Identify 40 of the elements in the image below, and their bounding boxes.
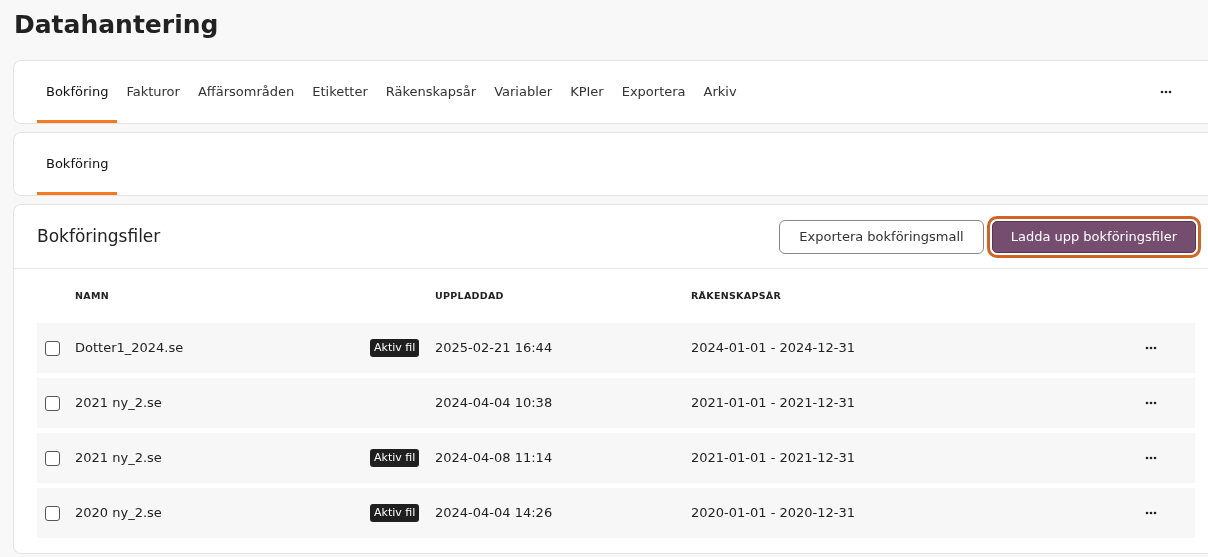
panel-title: Bokföringsfiler	[37, 224, 161, 248]
file-name: 2020 ny_2.se	[75, 504, 163, 523]
more-button[interactable]	[1160, 90, 1172, 94]
more-button[interactable]	[1145, 456, 1157, 460]
file-name: 2021 ny_2.se	[75, 394, 163, 413]
tab[interactable]: Räkenskapsår	[376, 61, 486, 123]
fiscal-year: 2021-01-01 - 2021-12-31	[691, 394, 857, 413]
fiscal-year: 2024-01-01 - 2024-12-31	[691, 339, 857, 358]
row-checkbox[interactable]	[45, 340, 60, 356]
tab[interactable]: KPIer	[561, 61, 613, 123]
file-name: 2021 ny_2.se	[75, 449, 163, 468]
upload-date: 2024-04-04 14:26	[435, 504, 554, 523]
tab[interactable]: Arkiv	[694, 61, 746, 123]
row-checkbox[interactable]	[45, 395, 60, 411]
tab[interactable]: Bokföring	[37, 133, 118, 195]
tab[interactable]: Variabler	[485, 61, 562, 123]
status-badge: Aktiv fil	[370, 503, 420, 523]
upload-date: 2024-04-08 11:14	[435, 449, 554, 468]
file-name: Dotter1_2024.se	[75, 339, 185, 358]
fiscal-year: 2020-01-01 - 2020-12-31	[691, 504, 857, 523]
fiscal-year: 2021-01-01 - 2021-12-31	[691, 449, 857, 468]
tab[interactable]: Exportera	[612, 61, 695, 123]
column-header: UPPLADDAD	[435, 288, 505, 303]
export-button[interactable]: Exportera bokföringsmall	[779, 219, 984, 254]
tab[interactable]: Affärsområden	[188, 61, 304, 123]
upload-date: 2025-02-21 16:44	[435, 339, 554, 358]
page-title: Datahantering	[14, 10, 220, 40]
column-header: NAMN	[75, 288, 110, 303]
tab[interactable]: Bokföring	[37, 61, 118, 123]
row-checkbox[interactable]	[45, 450, 60, 466]
more-button[interactable]	[1145, 511, 1157, 515]
row-checkbox[interactable]	[45, 505, 60, 521]
more-button[interactable]	[1145, 346, 1157, 350]
column-header: RÄKENSKAPSÅR	[691, 288, 783, 303]
status-badge: Aktiv fil	[370, 448, 420, 468]
tab[interactable]: Fakturor	[117, 61, 189, 123]
more-button[interactable]	[1145, 401, 1157, 405]
tab[interactable]: Etiketter	[303, 61, 377, 123]
status-badge: Aktiv fil	[370, 338, 420, 358]
upload-date: 2024-04-04 10:38	[435, 394, 554, 413]
